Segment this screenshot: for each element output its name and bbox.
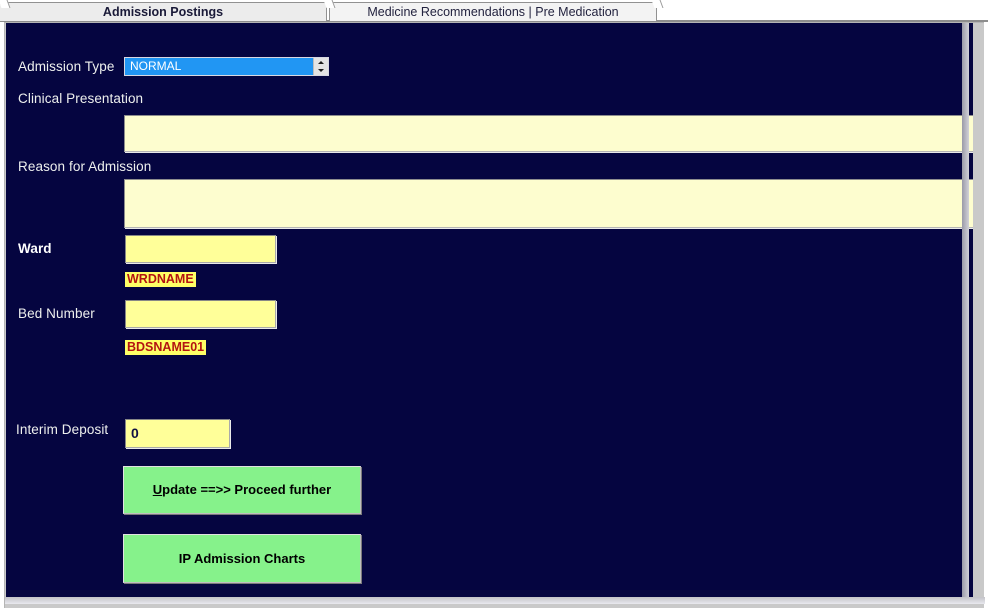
- tab-admission-postings[interactable]: Admission Postings: [0, 2, 327, 21]
- ward-label: Ward: [18, 241, 52, 256]
- admission-form: Admission Type NORMAL Clinical Presentat…: [6, 23, 973, 598]
- update-button-label: pdate ==>> Proceed further: [162, 482, 332, 497]
- tab-corner-notch-right: [651, 0, 664, 8]
- bed-number-field-tag: BDSNAME01: [125, 340, 207, 355]
- up-arrow-icon[interactable]: [318, 61, 324, 64]
- update-button-accelerator: U: [152, 482, 163, 497]
- clinical-presentation-label: Clinical Presentation: [18, 91, 144, 106]
- clinical-presentation-input[interactable]: [124, 115, 973, 152]
- interim-deposit-input[interactable]: 0: [125, 419, 230, 448]
- admission-type-label: Admission Type: [18, 59, 115, 74]
- admission-type-combo[interactable]: NORMAL: [124, 57, 329, 76]
- form-panel-frame: Admission Type NORMAL Clinical Presentat…: [4, 22, 985, 608]
- tab-medicine-recommendations[interactable]: Medicine Recommendations | Pre Medicatio…: [329, 2, 657, 21]
- horizontal-scroll-gutter[interactable]: [5, 597, 985, 604]
- vertical-scroll-gutter[interactable]: [962, 23, 969, 598]
- interim-deposit-label: Interim Deposit: [16, 422, 109, 437]
- bed-number-label: Bed Number: [18, 306, 95, 321]
- ward-field-tag: WRDNAME: [125, 272, 196, 287]
- tab-bar: Admission Postings Medicine Recommendati…: [0, 0, 988, 22]
- update-proceed-button[interactable]: Update ==>> Proceed further: [123, 466, 361, 514]
- application-window: Admission Postings Medicine Recommendati…: [0, 0, 988, 615]
- bed-number-input[interactable]: [125, 300, 276, 328]
- down-arrow-icon[interactable]: [318, 69, 324, 72]
- admission-type-value[interactable]: NORMAL: [125, 58, 313, 75]
- ward-input[interactable]: [125, 235, 276, 263]
- reason-for-admission-input[interactable]: [124, 179, 973, 228]
- ip-admission-charts-button[interactable]: IP Admission Charts: [123, 534, 361, 583]
- reason-for-admission-label: Reason for Admission: [18, 159, 152, 174]
- admission-type-spinner[interactable]: [313, 58, 328, 75]
